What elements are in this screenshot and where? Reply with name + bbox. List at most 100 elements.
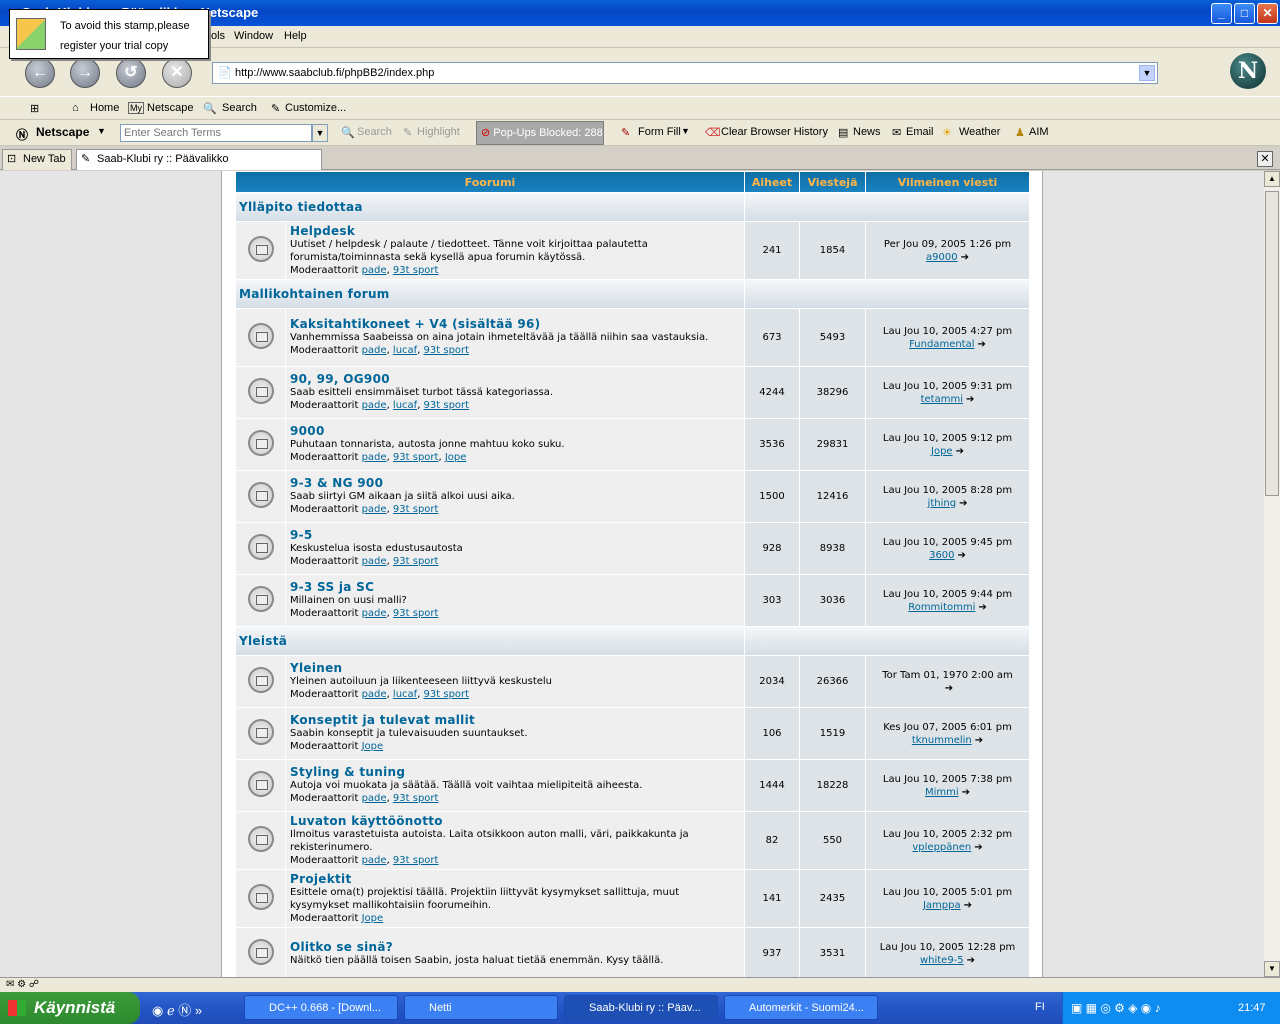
highlight-button[interactable]: Highlight (417, 126, 460, 138)
netscape-menu-dropdown-icon[interactable]: ▼ (97, 126, 106, 136)
tray-icons[interactable]: ▣ ▦ ◎ ⚙ ◈ ◉ ♪ (1071, 992, 1161, 1024)
stop-icon[interactable]: ✕ (162, 58, 192, 88)
moderator-link[interactable]: 93t sport (393, 855, 439, 866)
moderator-link[interactable]: pade (362, 556, 387, 567)
netscape-menu-icon[interactable]: Ⓝ (16, 126, 28, 143)
forum-name-link[interactable]: 90, 99, OG900 (290, 373, 740, 386)
menu-window[interactable]: Window (234, 30, 273, 42)
scroll-down-icon[interactable]: ▼ (1264, 961, 1280, 977)
forum-name-link[interactable]: 9-3 & NG 900 (290, 477, 740, 490)
minimize-button[interactable]: _ (1211, 3, 1232, 24)
task-dcpp[interactable]: DC++ 0.668 - [Downl... (244, 995, 398, 1020)
forum-name-link[interactable]: Helpdesk (290, 224, 740, 238)
last-post-user-link[interactable]: a9000 (926, 252, 958, 263)
last-post-user-link[interactable]: tknummelin (912, 735, 972, 746)
forum-name-link[interactable]: 9-3 SS ja SC (290, 581, 740, 594)
forum-name-link[interactable]: Olitko se sinä? (290, 940, 740, 954)
moderator-link[interactable]: pade (362, 793, 387, 804)
moderator-link[interactable]: pade (362, 400, 387, 411)
forum-name-link[interactable]: Styling & tuning (290, 766, 740, 779)
moderator-link[interactable]: pade (362, 265, 387, 276)
aim-button[interactable]: AIM (1029, 126, 1049, 138)
email-button[interactable]: Email (906, 126, 934, 138)
moderator-link[interactable]: pade (362, 345, 387, 356)
moderator-link[interactable]: lucaf (393, 400, 417, 411)
last-post-user-link[interactable]: white9-5 (920, 955, 964, 966)
language-indicator[interactable]: FI (1035, 1001, 1045, 1013)
view-latest-post-icon[interactable]: ➔ (978, 338, 986, 351)
moderator-link[interactable]: 93t sport (393, 452, 439, 463)
task-automerkit[interactable]: Automerkit - Suomi24... (724, 995, 878, 1020)
last-post-user-link[interactable]: tetammi (921, 394, 963, 405)
formfill-dropdown-icon[interactable]: ▼ (681, 126, 690, 136)
moderator-link[interactable]: Jope (362, 741, 384, 752)
view-latest-post-icon[interactable]: ➔ (966, 393, 974, 406)
moderator-link[interactable]: pade (362, 689, 387, 700)
start-button[interactable]: Käynnistä (0, 992, 140, 1024)
quicklaunch-icons[interactable]: ◉ ℯ Ⓝ » (152, 1000, 202, 1019)
view-latest-post-icon[interactable]: ➔ (958, 549, 966, 562)
moderator-link[interactable]: 93t sport (424, 345, 470, 356)
task-netti[interactable]: Netti (404, 995, 558, 1020)
vertical-scrollbar[interactable]: ▲ ▼ (1264, 171, 1280, 977)
forum-name-link[interactable]: Yleinen (290, 662, 740, 675)
forum-name-link[interactable]: Konseptit ja tulevat mallit (290, 714, 740, 727)
last-post-user-link[interactable]: Jamppa (923, 900, 961, 911)
menu-help[interactable]: Help (284, 30, 307, 42)
view-latest-post-icon[interactable]: ➔ (967, 954, 975, 967)
moderator-link[interactable]: pade (362, 452, 387, 463)
scroll-thumb[interactable] (1265, 191, 1279, 496)
back-icon[interactable]: ← (25, 58, 55, 88)
formfill-button[interactable]: Form Fill (638, 126, 681, 138)
view-latest-post-icon[interactable]: ➔ (975, 734, 983, 747)
view-latest-post-icon[interactable]: ➔ (945, 682, 953, 695)
netscape-button[interactable]: Netscape (147, 102, 193, 114)
view-latest-post-icon[interactable]: ➔ (974, 841, 982, 854)
forum-name-link[interactable]: 9000 (290, 425, 740, 438)
category-title[interactable]: Yleistä (236, 627, 744, 655)
moderator-link[interactable]: 93t sport (424, 400, 470, 411)
last-post-user-link[interactable]: Mimmi (925, 787, 959, 798)
view-latest-post-icon[interactable]: ➔ (962, 786, 970, 799)
news-button[interactable]: News (853, 126, 881, 138)
view-latest-post-icon[interactable]: ➔ (964, 899, 972, 912)
netscape-menu[interactable]: Netscape (36, 125, 89, 139)
moderator-link[interactable]: 93t sport (393, 504, 439, 515)
moderator-link[interactable]: pade (362, 608, 387, 619)
forum-name-link[interactable]: Luvaton käyttöönotto (290, 814, 740, 828)
reload-icon[interactable]: ↺ (116, 58, 146, 88)
tabs-icon[interactable]: ⊞ (30, 102, 39, 115)
moderator-link[interactable]: pade (362, 855, 387, 866)
category-title[interactable]: Mallikohtainen forum (236, 280, 744, 308)
forward-icon[interactable]: → (70, 58, 100, 88)
last-post-user-link[interactable]: jthing (928, 498, 957, 509)
moderator-link[interactable]: pade (362, 504, 387, 515)
moderator-link[interactable]: 93t sport (393, 608, 439, 619)
weather-button[interactable]: Weather (959, 126, 1000, 138)
moderator-link[interactable]: Jope (362, 913, 384, 924)
task-saabklubi[interactable]: Saab-Klubi ry :: Päav... (564, 995, 718, 1020)
last-post-user-link[interactable]: 3600 (929, 550, 954, 561)
view-latest-post-icon[interactable]: ➔ (959, 497, 967, 510)
moderator-link[interactable]: lucaf (393, 689, 417, 700)
tab-new[interactable]: ⊡ New Tab (2, 149, 72, 170)
view-latest-post-icon[interactable]: ➔ (956, 445, 964, 458)
home-button[interactable]: Home (90, 102, 119, 114)
menu-tools[interactable]: ols (211, 30, 225, 42)
search-input[interactable]: Enter Search Terms (120, 124, 312, 142)
search-button[interactable]: Search (222, 102, 257, 114)
moderator-link[interactable]: 93t sport (393, 265, 439, 276)
last-post-user-link[interactable]: Fundamental (909, 339, 974, 350)
category-title[interactable]: Ylläpito tiedottaa (236, 193, 744, 221)
url-dropdown-icon[interactable]: ▼ (1139, 65, 1155, 81)
address-bar[interactable]: 📄 http://www.saabclub.fi/phpBB2/index.ph… (212, 62, 1158, 84)
forum-name-link[interactable]: 9-5 (290, 529, 740, 542)
last-post-user-link[interactable]: Rommitommi (908, 602, 975, 613)
view-latest-post-icon[interactable]: ➔ (978, 601, 986, 614)
clear-history-button[interactable]: Clear Browser History (721, 126, 828, 138)
moderator-link[interactable]: 93t sport (393, 793, 439, 804)
scroll-up-icon[interactable]: ▲ (1264, 171, 1280, 187)
close-tab-icon[interactable]: ✕ (1257, 151, 1273, 167)
moderator-link[interactable]: Jope (445, 452, 467, 463)
customize-button[interactable]: Customize... (285, 102, 346, 114)
